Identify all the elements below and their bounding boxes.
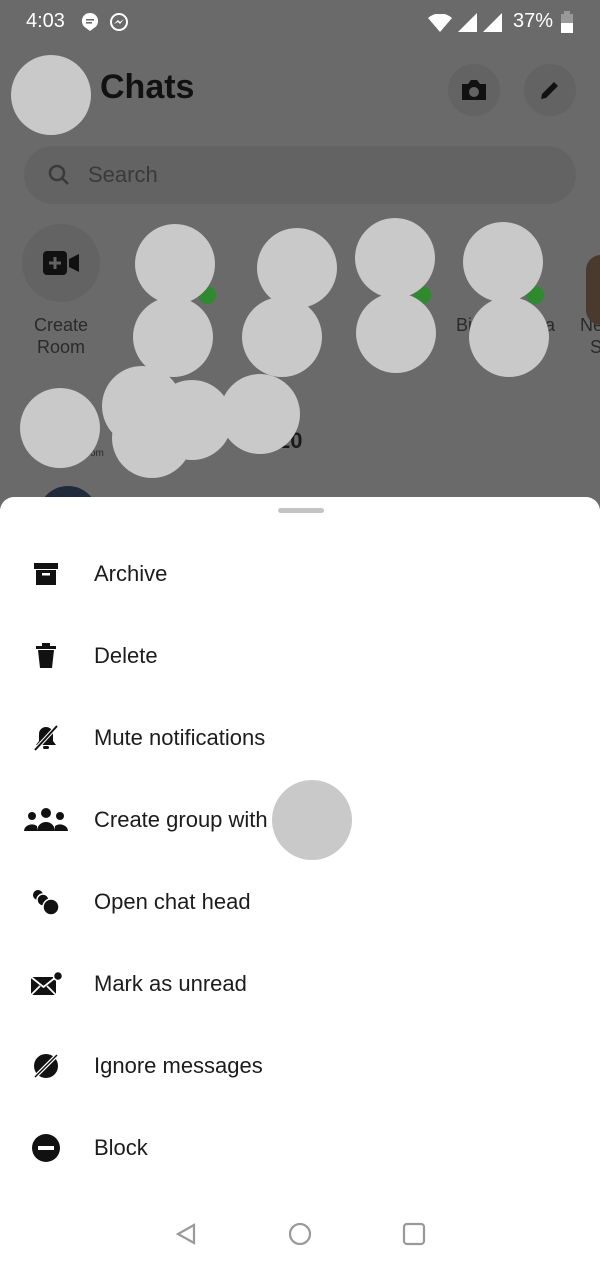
redaction: [112, 398, 192, 478]
status-time: 4:03: [26, 10, 65, 32]
chat-notification-icon: [81, 12, 99, 31]
chat-avatar[interactable]: [20, 388, 100, 468]
video-plus-icon: [43, 251, 79, 275]
menu-item-ignore[interactable]: Ignore messages: [0, 1025, 600, 1107]
camera-icon: [462, 80, 486, 100]
redaction: [469, 297, 549, 377]
menu-item-delete[interactable]: Delete: [0, 615, 600, 697]
compose-button[interactable]: [524, 64, 576, 116]
recents-icon[interactable]: [402, 1222, 426, 1246]
page-title: Chats: [100, 68, 195, 106]
trash-icon: [36, 643, 56, 668]
redaction: [220, 374, 300, 454]
ignore-icon: [32, 1052, 60, 1080]
search-icon: [48, 164, 69, 185]
pencil-icon: [541, 82, 558, 99]
chat-heads-icon: [33, 890, 60, 916]
menu-item-chat-head[interactable]: Open chat head: [0, 861, 600, 943]
mail-unread-icon: [30, 971, 62, 996]
menu-item-mute[interactable]: Mute notifications: [0, 697, 600, 779]
menu-item-label: Create group with: [94, 807, 268, 832]
signal-icon: [483, 13, 502, 32]
battery-icon: [561, 11, 573, 33]
menu-item-label: Mark as unread: [94, 971, 247, 996]
bell-off-icon: [33, 724, 59, 752]
redaction: [242, 297, 322, 377]
story-avatar[interactable]: [135, 224, 215, 304]
archive-icon: [34, 563, 58, 585]
menu-item-archive[interactable]: Archive: [0, 533, 600, 615]
story-avatar[interactable]: [463, 222, 543, 302]
block-icon: [32, 1134, 60, 1162]
menu-item-label: Delete: [94, 643, 158, 668]
story-avatar[interactable]: [257, 228, 337, 308]
wifi-icon: [428, 14, 452, 32]
menu-item-label: Mute notifications: [94, 725, 266, 750]
group-icon: [24, 808, 68, 831]
messenger-icon: [110, 13, 128, 31]
redaction: [356, 293, 436, 373]
bottom-sheet: Archive Delete Mute notifications Create…: [0, 497, 600, 1268]
status-bar: 4:03 37%: [0, 0, 600, 44]
menu-item-block[interactable]: Block: [0, 1107, 600, 1189]
redaction: [272, 780, 352, 860]
home-icon[interactable]: [288, 1222, 312, 1246]
menu-item-label: Ignore messages: [94, 1053, 263, 1078]
camera-button[interactable]: [448, 64, 500, 116]
search-placeholder: Search: [88, 162, 158, 187]
navigation-bar: [0, 1200, 600, 1268]
redaction: [133, 297, 213, 377]
profile-avatar[interactable]: [11, 55, 91, 135]
menu-item-label: Block: [94, 1135, 148, 1160]
menu-item-label: Open chat head: [94, 889, 251, 914]
menu-item-mark-unread[interactable]: Mark as unread: [0, 943, 600, 1025]
story-name-partial: S: [590, 337, 600, 357]
drag-handle[interactable]: [278, 508, 324, 513]
story-avatar[interactable]: [355, 218, 435, 298]
battery-text: 37%: [513, 10, 554, 32]
create-room-button[interactable]: [22, 224, 100, 302]
signal-icon: [458, 13, 477, 32]
story-avatar[interactable]: [586, 255, 600, 325]
menu-item-label: Archive: [94, 561, 168, 586]
create-room-label: Create Room: [33, 315, 89, 357]
search-input[interactable]: Search: [24, 146, 576, 204]
back-icon[interactable]: [174, 1222, 198, 1246]
